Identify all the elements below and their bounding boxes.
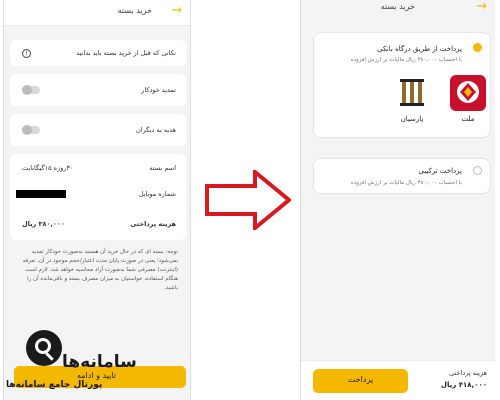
notice-card[interactable]: نکاتی که قبل از خرید بسته باید بدانید ! xyxy=(10,40,186,66)
mobile-label: شماره موبایل xyxy=(138,190,176,198)
back-arrow-icon[interactable]: → xyxy=(171,3,182,18)
notice-text: نکاتی که قبل از خرید بسته باید بدانید xyxy=(76,49,176,57)
payment-label: هزینه پرداختی xyxy=(130,220,176,228)
bank-option-radio[interactable] xyxy=(473,43,482,52)
gift-label: هدیه به دیگران xyxy=(135,126,176,134)
toggle-knob xyxy=(22,125,32,135)
auto-renew-row: تمدید خودکار xyxy=(10,74,186,106)
top-bar: خرید بسته → xyxy=(4,0,190,26)
combo-option-radio[interactable] xyxy=(473,166,482,175)
magnifier-handle xyxy=(45,352,54,361)
mellat-bank-logo[interactable] xyxy=(450,75,486,111)
toggle-knob xyxy=(22,85,32,95)
pay-button[interactable]: پرداخت xyxy=(313,369,408,393)
watermark-logo-icon xyxy=(26,330,62,366)
combined-payment-option[interactable]: پرداخت ترکیبی با احتساب ۳۸۰,۰۰۰ ریال مال… xyxy=(313,158,491,194)
screenshot-stage: خرید بسته → نکاتی که قبل از خرید بسته با… xyxy=(0,0,500,400)
auto-renew-label: تمدید خودکار xyxy=(141,86,176,94)
payment-value: ۳۸۰,۰۰۰ ریال xyxy=(22,220,65,228)
watermark-subtitle: پورتال جامع سامانه‌ها xyxy=(6,380,103,390)
combo-option-title: پرداخت ترکیبی xyxy=(418,167,462,175)
gift-row: هدیه به دیگران xyxy=(10,114,186,146)
fee-label: هزینه پرداختی xyxy=(449,369,487,377)
auto-renew-toggle[interactable] xyxy=(22,85,40,95)
parsian-logo-icon xyxy=(400,79,424,106)
bank-option-title: پرداخت از طریق درگاه بانکی xyxy=(377,45,462,53)
fee-value: ۴۱۸,۰۰۰ ریال xyxy=(440,381,487,389)
parsian-bank-name: پارسیان xyxy=(400,115,424,123)
confirm-label: تایید و ادامه xyxy=(76,371,116,380)
page-title: خرید بسته xyxy=(380,2,415,11)
pay-label: پرداخت xyxy=(347,375,374,384)
parsian-bank-logo[interactable] xyxy=(394,75,430,111)
page-title: خرید بسته xyxy=(117,6,152,15)
mellat-logo-icon xyxy=(457,81,479,103)
combo-option-subtitle: با احتساب ۳۸۰,۰۰۰ ریال مالیات بر ارزش اف… xyxy=(350,180,462,186)
bank-option-subtitle: با احتساب ۳۸۰,۰۰۰ ریال مالیات بر ارزش اف… xyxy=(350,57,462,63)
mellat-bank-name: ملت xyxy=(461,115,475,123)
payment-screen: خرید بسته → پرداخت از طریق درگاه بانکی ب… xyxy=(300,0,495,400)
info-icon: ! xyxy=(22,49,31,58)
bank-gateway-option[interactable]: پرداخت از طریق درگاه بانکی با احتساب ۳۸۰… xyxy=(313,32,491,138)
back-arrow-icon[interactable]: → xyxy=(476,0,487,14)
package-name-value: ۳۰روزه ۱۵گیگابایت xyxy=(22,164,74,172)
payment-footer: پرداخت هزینه پرداختی ۴۱۸,۰۰۰ ریال xyxy=(301,360,495,400)
gift-toggle[interactable] xyxy=(22,125,40,135)
watermark-title: سامانه‌ها xyxy=(62,352,137,372)
redacted-mobile-number xyxy=(16,190,66,198)
top-bar: خرید بسته → xyxy=(301,0,495,14)
magnifier-lens xyxy=(35,338,51,354)
renewal-note: توجه: بسته ای که در حال خرید آن هستید به… xyxy=(22,249,178,291)
right-arrow-icon xyxy=(205,170,291,230)
package-name-label: اسم بسته xyxy=(149,164,176,172)
